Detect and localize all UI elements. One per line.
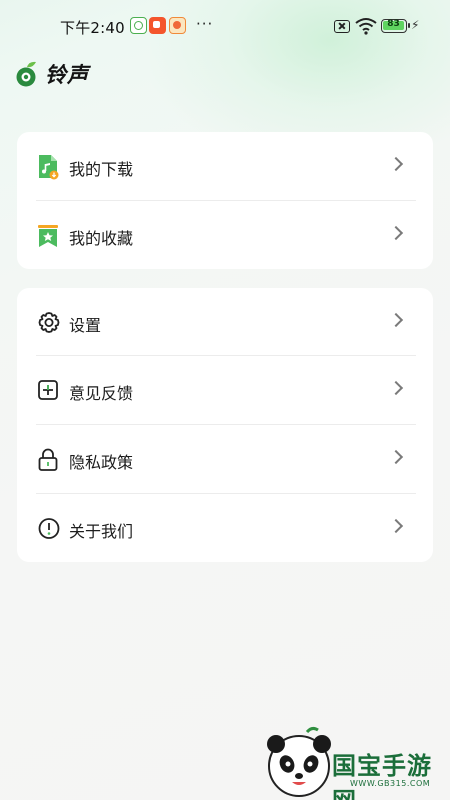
camera-app-icon xyxy=(130,17,147,34)
app-header: 铃声 xyxy=(15,58,89,90)
menu-item-label: 我的收藏 xyxy=(69,229,134,248)
menu-item-settings[interactable]: 设置 xyxy=(17,288,433,356)
status-bar: 下午2:40 ··· 83 ⚡ xyxy=(0,0,450,52)
bookmark-star-icon xyxy=(38,225,58,247)
battery-level: 83 xyxy=(387,19,400,29)
battery-icon: 83 xyxy=(381,19,410,33)
menu-item-label: 我的下载 xyxy=(69,160,134,179)
info-circle-icon xyxy=(38,518,60,539)
media-card: 我的下载 我的收藏 xyxy=(17,132,433,269)
chevron-right-icon xyxy=(388,225,404,241)
menu-item-privacy[interactable]: 隐私政策 xyxy=(17,425,433,493)
settings-card: 设置 意见反馈 隐私政策 关于我们 xyxy=(17,288,433,562)
no-sim-icon xyxy=(334,20,350,33)
plus-square-icon xyxy=(38,380,58,400)
wifi-icon xyxy=(355,18,377,35)
red-app-icon xyxy=(149,17,166,34)
watermark-url: WWW.GB315.COM xyxy=(350,779,431,788)
orange-app-icon xyxy=(169,17,186,34)
menu-item-label: 隐私政策 xyxy=(69,453,134,472)
chevron-right-icon xyxy=(388,518,404,534)
menu-item-favorites[interactable]: 我的收藏 xyxy=(17,201,433,269)
chevron-right-icon xyxy=(388,156,404,172)
chevron-right-icon xyxy=(388,312,404,328)
watermark-text: 国宝手游网 xyxy=(332,752,432,800)
page-title: 铃声 xyxy=(45,63,89,87)
charging-icon: ⚡ xyxy=(411,18,420,32)
menu-item-downloads[interactable]: 我的下载 xyxy=(17,132,433,200)
panda-logo-icon xyxy=(267,726,331,797)
chevron-right-icon xyxy=(388,449,404,465)
lock-icon xyxy=(38,448,58,471)
menu-item-label: 设置 xyxy=(69,316,102,335)
menu-item-feedback[interactable]: 意见反馈 xyxy=(17,356,433,424)
menu-item-about[interactable]: 关于我们 xyxy=(17,494,433,562)
status-time: 下午2:40 xyxy=(60,19,125,37)
app-logo-icon xyxy=(16,61,36,87)
watermark: 国宝手游网 WWW.GB315.COM xyxy=(250,722,450,800)
download-music-icon xyxy=(39,155,59,180)
chevron-right-icon xyxy=(388,380,404,396)
gear-icon xyxy=(38,312,60,333)
menu-item-label: 意见反馈 xyxy=(69,384,134,403)
more-notifications-icon: ··· xyxy=(196,15,214,33)
menu-item-label: 关于我们 xyxy=(69,522,134,541)
